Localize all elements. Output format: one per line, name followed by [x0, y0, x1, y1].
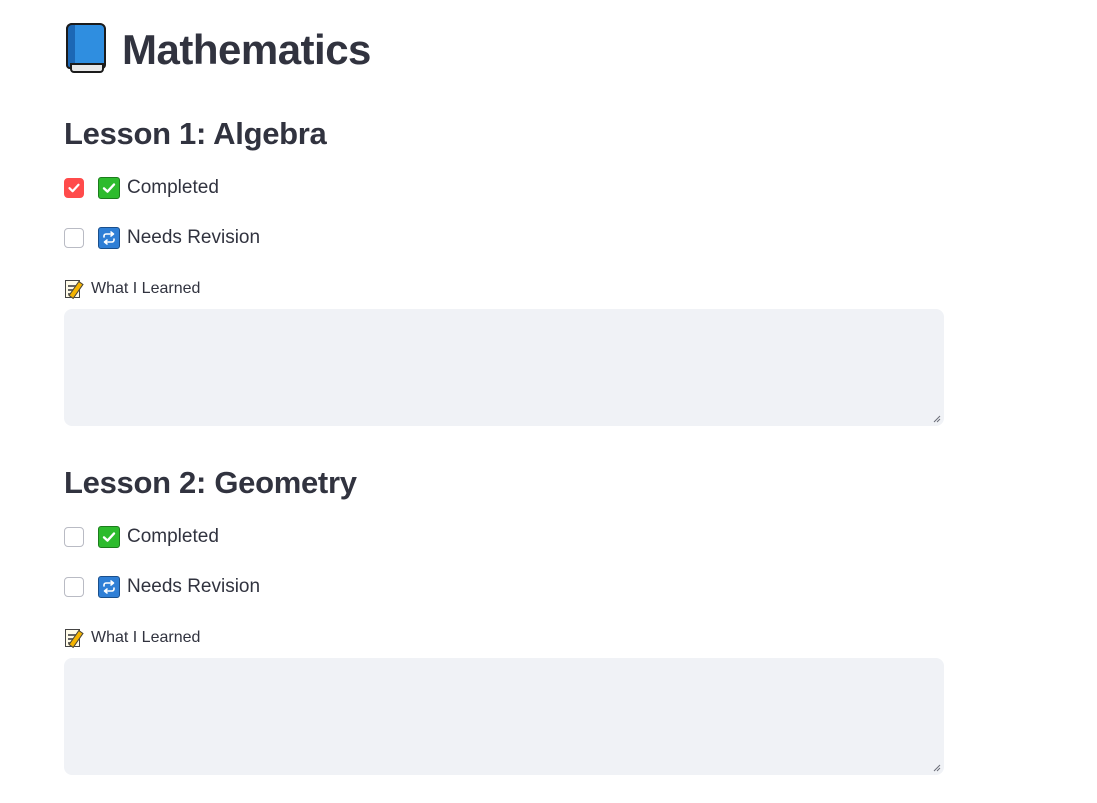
lesson-1-notes-label: What I Learned [64, 277, 200, 301]
lesson-2-notes-textarea-container [64, 658, 944, 775]
checkbox-box[interactable] [64, 228, 84, 248]
needs-revision-label: Needs Revision [127, 576, 261, 597]
lesson-1-completed-checkbox[interactable]: Completed [64, 174, 219, 202]
checkbox-box[interactable] [64, 178, 84, 198]
needs-revision-label: Needs Revision [127, 227, 261, 248]
page-title: Mathematics [64, 0, 944, 100]
lesson-1-notes-textarea-container [64, 309, 944, 426]
lesson-2-heading: Lesson 2: Geometry [64, 465, 357, 500]
resize-handle-icon[interactable] [932, 763, 941, 772]
notes-label-text: What I Learned [91, 280, 201, 297]
lesson-2-needs-revision-checkbox[interactable]: Needs Revision [64, 573, 260, 601]
repeat-button-icon [98, 576, 120, 598]
completed-label: Completed [127, 177, 219, 198]
checkmark-icon [68, 183, 80, 193]
memo-icon [64, 628, 84, 649]
lesson-1-notes-textarea[interactable] [64, 309, 944, 426]
lesson-1-heading: Lesson 1: Algebra [64, 116, 327, 151]
lesson-1-needs-revision-checkbox[interactable]: Needs Revision [64, 224, 260, 252]
lesson-2-completed-checkbox[interactable]: Completed [64, 523, 219, 551]
lesson-2-notes-textarea[interactable] [64, 658, 944, 775]
app-page: Mathematics Lesson 1: Algebra Completed … [0, 0, 1097, 803]
page-title-text: Mathematics [122, 26, 371, 73]
check-mark-button-icon [98, 177, 120, 199]
resize-handle-icon[interactable] [932, 414, 941, 423]
checkbox-box[interactable] [64, 527, 84, 547]
repeat-button-icon [98, 227, 120, 249]
notes-label-text: What I Learned [91, 629, 201, 646]
main-content: Mathematics Lesson 1: Algebra Completed … [64, 0, 944, 775]
blue-book-icon [64, 23, 108, 75]
checkbox-box[interactable] [64, 577, 84, 597]
lesson-2-notes-label: What I Learned [64, 626, 200, 650]
check-mark-button-icon [98, 526, 120, 548]
memo-icon [64, 279, 84, 300]
completed-label: Completed [127, 526, 219, 547]
